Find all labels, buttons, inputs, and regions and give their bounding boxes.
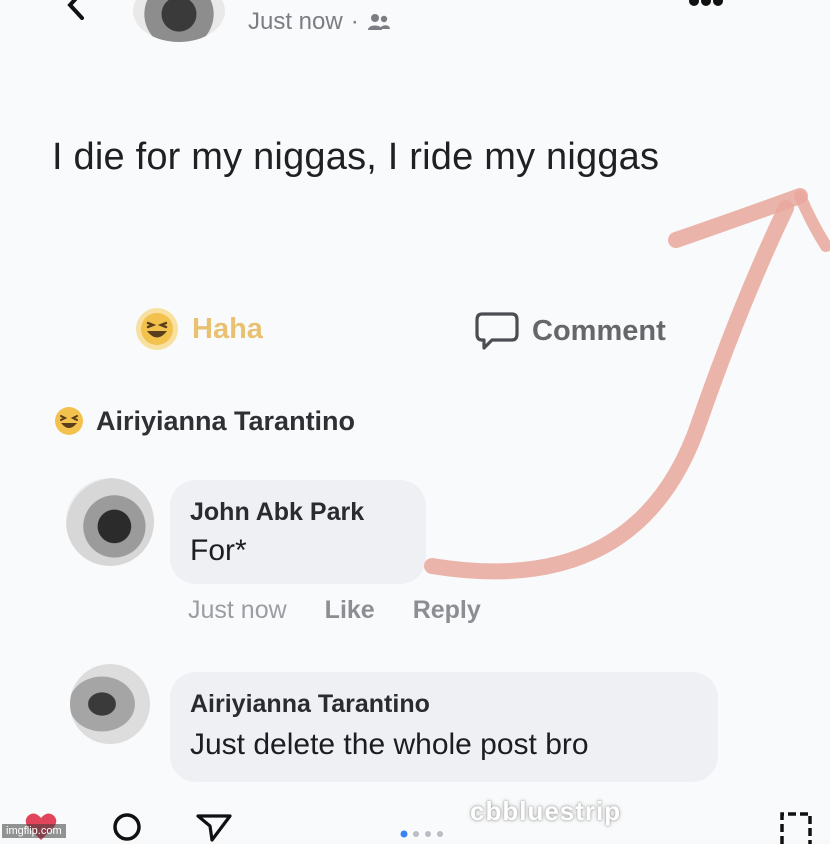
comment-text: Just delete the whole post bro [190,728,589,761]
comment-timestamp: Just now [188,596,287,624]
comment-bubble[interactable]: Airiyianna Tarantino Just delete the who… [170,672,718,782]
post-screen: Just now · I die for my niggas, I ride m… [0,0,830,844]
comment-label: Comment [532,314,666,347]
comment-author[interactable]: John Abk Park [190,498,364,527]
haha-emoji-icon [136,308,178,350]
haha-reaction-button[interactable]: Haha [134,306,263,352]
post-text: I die for my niggas, I ride my niggas [52,136,660,178]
post-timestamp: Just now [248,8,343,35]
comment-icon [475,312,519,350]
haha-emoji-icon [55,407,83,435]
friends-icon [367,14,390,30]
watermark: cbbluestrip [470,796,622,826]
pagination-dots [400,830,443,838]
more-horizontal-icon[interactable] [688,0,724,10]
haha-label: Haha [192,312,263,345]
comment-button[interactable]: Comment [474,310,666,352]
comment-like-button[interactable]: Like [325,596,375,625]
comment-reply-button[interactable]: Reply [413,596,481,625]
reactor-name: Airiyianna Tarantino [96,405,356,436]
poster-avatar[interactable] [133,0,225,42]
comment-text: For* [190,534,247,567]
commenter-avatar[interactable] [70,664,150,744]
send-icon[interactable] [196,812,232,842]
meta-separator: · [350,8,359,35]
comment-bubble[interactable]: John Abk Park For* [170,480,426,584]
post-meta: Just now · [248,8,391,36]
comment-author[interactable]: Airiyianna Tarantino [190,690,430,719]
comment-actions: Just now Like Reply [188,596,481,625]
chevron-left-icon[interactable] [62,0,92,20]
imgflip-watermark: imgflip.com [2,824,66,838]
commenter-avatar[interactable] [66,478,154,566]
reactor-row[interactable]: Airiyianna Tarantino [52,404,355,438]
